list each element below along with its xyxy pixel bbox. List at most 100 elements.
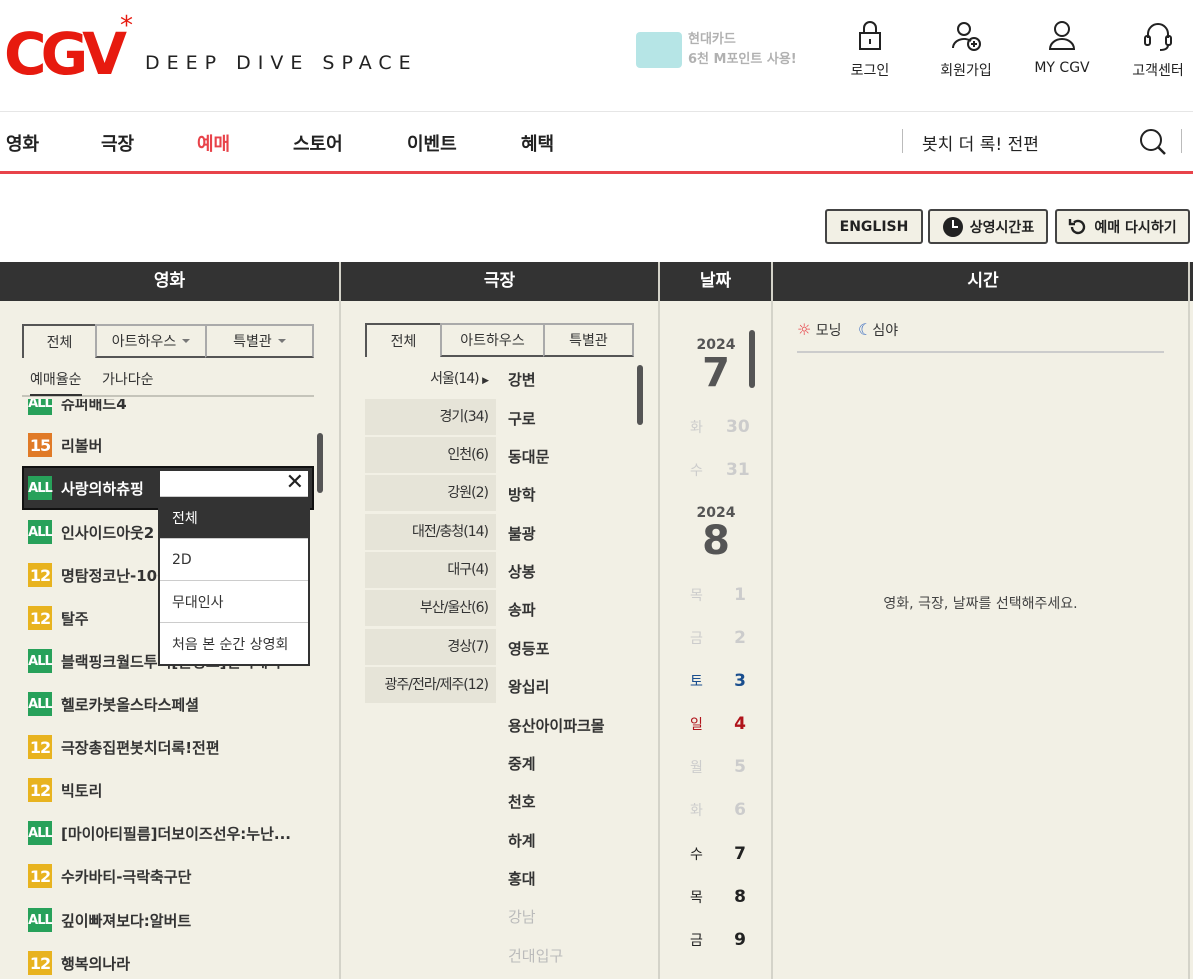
list-item[interactable]: 12 빅토리 <box>28 778 102 802</box>
list-item[interactable]: ALL 인사이드아웃2 <box>28 520 154 544</box>
date-item[interactable]: 화 30 <box>690 415 760 439</box>
format-option-2d[interactable]: 2D <box>160 539 308 581</box>
theater-item[interactable]: 건대입구 <box>508 945 563 966</box>
date-item[interactable]: 일4 <box>690 712 760 736</box>
theater-item[interactable]: 강변 <box>508 369 536 390</box>
list-item[interactable]: ALL 사랑의하츄핑 <box>28 476 144 500</box>
nav-store[interactable]: 스토어 <box>293 130 343 156</box>
english-label: ENGLISH <box>839 218 909 235</box>
theater-item[interactable]: 중계 <box>508 753 536 774</box>
region-incheon[interactable]: 인천(6) <box>365 437 496 473</box>
schedule-button[interactable]: 상영시간표 <box>928 209 1048 244</box>
theater-scrollbar[interactable] <box>637 365 643 425</box>
movie-tab-all[interactable]: 전체 <box>22 324 97 358</box>
region-gyeonggi[interactable]: 경기(34) <box>365 399 496 435</box>
format-option-all[interactable]: 전체 <box>160 497 308 539</box>
nav-movie[interactable]: 영화 <box>6 130 39 156</box>
movie-tab-arthouse[interactable]: 아트하우스 <box>95 324 207 358</box>
date-item[interactable]: 화6 <box>690 798 760 822</box>
theater-item[interactable]: 용산아이파크몰 <box>508 715 605 736</box>
rating-badge: ALL <box>28 520 53 544</box>
region-gangwon[interactable]: 강원(2) <box>365 475 496 511</box>
movie-title: 리볼버 <box>61 436 103 455</box>
cgv-logo[interactable]: CGV * <box>4 11 144 88</box>
nav-event[interactable]: 이벤트 <box>407 130 457 156</box>
month-label: 8 <box>702 518 730 564</box>
rating-badge: ALL <box>28 821 53 845</box>
day-number: 2 <box>734 628 746 648</box>
search-button[interactable] <box>1138 127 1168 157</box>
theater-item[interactable]: 불광 <box>508 523 536 544</box>
date-item[interactable]: 금2 <box>690 626 760 650</box>
theater-item[interactable]: 강남 <box>508 906 536 927</box>
region-seoul[interactable]: 서울(14) ▶ <box>365 361 496 397</box>
movie-tab-special[interactable]: 특별관 <box>205 324 314 358</box>
weekday: 목 <box>690 890 703 906</box>
chevron-down-icon <box>182 339 191 343</box>
nav-benefit[interactable]: 혜택 <box>521 130 554 156</box>
theater-tab-all[interactable]: 전체 <box>365 323 442 357</box>
date-item[interactable]: 금9 <box>690 928 760 952</box>
mycgv-link[interactable]: MY CGV <box>1022 20 1102 76</box>
list-item[interactable]: 12 탈주 <box>28 606 89 630</box>
rating-badge: 12 <box>28 778 52 802</box>
theater-item[interactable]: 구로 <box>508 408 536 429</box>
list-item[interactable]: 12 행복의나라 <box>28 951 130 975</box>
theater-item[interactable]: 홍대 <box>508 868 536 889</box>
date-item[interactable]: 수7 <box>690 842 760 866</box>
nav-ticketing[interactable]: 예매 <box>197 130 230 156</box>
english-button[interactable]: ENGLISH <box>825 209 923 244</box>
list-item[interactable]: 12 수카바티-극락축구단 <box>28 864 191 888</box>
customer-center-link[interactable]: 고객센터 <box>1118 20 1193 80</box>
date-item[interactable]: 토3 <box>690 669 760 693</box>
reset-button[interactable]: 예매 다시하기 <box>1055 209 1190 244</box>
region-gwangju[interactable]: 광주/전라/제주(12) <box>365 667 496 703</box>
sort-by-name[interactable]: 가나다순 <box>102 369 154 389</box>
theater-item[interactable]: 왕십리 <box>508 676 549 697</box>
movie-title: [마이아티필름]더보이즈선우:누난... <box>61 824 292 843</box>
list-item[interactable]: 15 리볼버 <box>28 433 102 457</box>
theater-item[interactable]: 방학 <box>508 484 536 505</box>
signup-link[interactable]: 회원가입 <box>926 20 1006 80</box>
date-column-header: 날짜 <box>660 262 771 301</box>
list-item[interactable]: 12 극장총집편봇치더록!전편 <box>28 735 220 759</box>
column-divider <box>339 262 341 979</box>
format-option-greeting[interactable]: 무대인사 <box>160 581 308 623</box>
day-number: 4 <box>734 714 746 734</box>
theater-item[interactable]: 송파 <box>508 599 536 620</box>
morning-label: 모닝 <box>815 323 842 339</box>
weekday: 금 <box>690 631 703 647</box>
sort-row: 예매율순 가나다순 <box>22 367 314 397</box>
day-number: 9 <box>734 930 746 950</box>
movie-tab-arthouse-label: 아트하우스 <box>111 334 177 350</box>
list-item[interactable]: ALL 슈퍼배드4 <box>28 399 127 415</box>
theater-tab-arthouse[interactable]: 아트하우스 <box>440 323 545 357</box>
theater-item[interactable]: 동대문 <box>508 446 549 467</box>
promo-banner[interactable]: 현대카드 6천 M포인트 사용! <box>636 28 806 74</box>
list-item[interactable]: ALL 깊이빠져보다:알버트 <box>28 908 191 932</box>
list-item[interactable]: ALL 헬로카봇올스타스페셜 <box>28 692 199 716</box>
nav-theater[interactable]: 극장 <box>101 130 134 156</box>
search-input[interactable] <box>920 125 1130 159</box>
sort-by-rate[interactable]: 예매율순 <box>30 369 82 396</box>
region-daegu[interactable]: 대구(4) <box>365 552 496 588</box>
format-option-first-sight[interactable]: 처음 본 순간 상영회 <box>160 623 308 665</box>
movie-scrollbar[interactable] <box>317 433 323 493</box>
movie-title: 슈퍼배드4 <box>61 399 127 413</box>
date-item[interactable]: 월5 <box>690 755 760 779</box>
theater-item[interactable]: 영등포 <box>508 638 549 659</box>
date-scrollbar[interactable] <box>749 330 755 388</box>
theater-item[interactable]: 하계 <box>508 830 536 851</box>
theater-tab-special[interactable]: 특별관 <box>543 323 634 357</box>
close-icon[interactable]: ✕ <box>286 471 304 495</box>
theater-item[interactable]: 상봉 <box>508 561 536 582</box>
date-item[interactable]: 목8 <box>690 885 760 909</box>
region-daejeon[interactable]: 대전/충청(14) <box>365 514 496 550</box>
region-busan[interactable]: 부산/울산(6) <box>365 590 496 626</box>
region-gyeongsang[interactable]: 경상(7) <box>365 629 496 665</box>
theater-item[interactable]: 천호 <box>508 791 536 812</box>
date-item[interactable]: 수 31 <box>690 458 760 482</box>
date-item[interactable]: 목1 <box>690 583 760 607</box>
list-item[interactable]: ALL [마이아티필름]더보이즈선우:누난... <box>28 821 291 845</box>
login-link[interactable]: 로그인 <box>830 20 910 80</box>
